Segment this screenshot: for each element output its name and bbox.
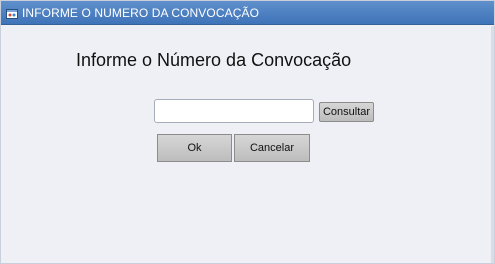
dialog-window: INFORME O NUMERO DA CONVOCAÇÃO Informe o…: [0, 0, 495, 264]
window-title: INFORME O NUMERO DA CONVOCAÇÃO: [22, 5, 260, 20]
dialog-heading: Informe o Número da Convocação: [76, 50, 352, 70]
window-edge: [491, 26, 494, 263]
app-window-icon: [6, 7, 18, 19]
consultar-button[interactable]: Consultar: [319, 102, 374, 122]
convocation-number-input[interactable]: [154, 99, 314, 123]
ok-button[interactable]: Ok: [157, 134, 232, 162]
title-bar[interactable]: INFORME O NUMERO DA CONVOCAÇÃO: [1, 1, 494, 25]
cancel-button[interactable]: Cancelar: [234, 134, 310, 162]
